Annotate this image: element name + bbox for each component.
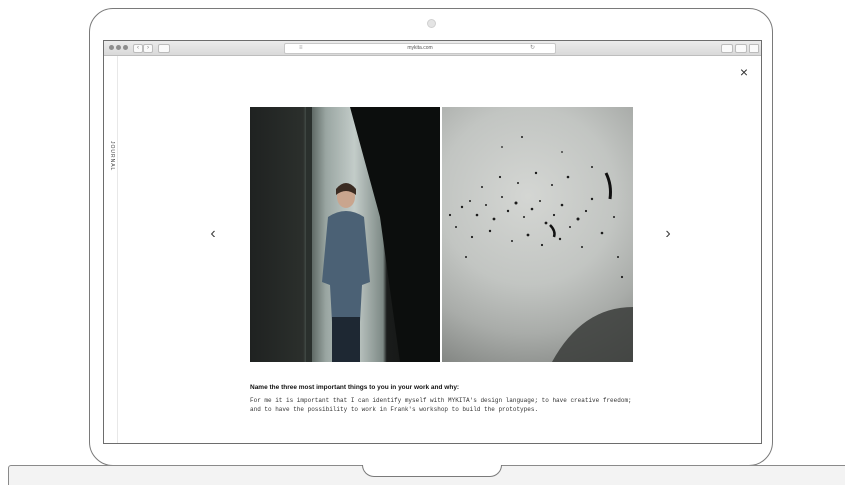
- particles-photo: [442, 107, 633, 362]
- portrait-illustration: [306, 107, 440, 362]
- portrait-photo: [250, 107, 440, 362]
- previous-arrow-icon[interactable]: ‹: [205, 224, 221, 244]
- reload-icon[interactable]: ↻: [530, 44, 535, 53]
- close-window-icon[interactable]: [109, 45, 114, 50]
- sidebar-toggle-icon[interactable]: [158, 44, 170, 53]
- zoom-window-icon[interactable]: [123, 45, 128, 50]
- interview-question: Name the three most important things to …: [250, 384, 460, 391]
- share-icon[interactable]: [721, 44, 733, 53]
- url-text: mykita.com: [407, 45, 433, 51]
- interview-answer: For me it is important that I can identi…: [250, 397, 632, 413]
- sidebar-divider: [117, 56, 118, 443]
- next-arrow-icon[interactable]: ›: [660, 224, 676, 244]
- laptop-notch: [362, 465, 502, 477]
- forward-button[interactable]: ›: [143, 44, 153, 53]
- screen: ‹ › ≡ mykita.com ↻ JOURNAL × ‹ › Name th…: [103, 40, 762, 444]
- back-button[interactable]: ‹: [133, 44, 143, 53]
- particles-illustration: [448, 136, 633, 362]
- camera-icon: [427, 19, 436, 28]
- minimize-window-icon[interactable]: [116, 45, 121, 50]
- close-icon[interactable]: ×: [737, 65, 751, 79]
- browser-toolbar: ‹ › ≡ mykita.com ↻: [104, 41, 761, 56]
- tabs-icon[interactable]: [735, 44, 747, 53]
- sidebar-journal-label[interactable]: JOURNAL: [109, 141, 115, 171]
- address-bar[interactable]: ≡ mykita.com ↻: [284, 43, 556, 54]
- new-tab-icon[interactable]: [749, 44, 759, 53]
